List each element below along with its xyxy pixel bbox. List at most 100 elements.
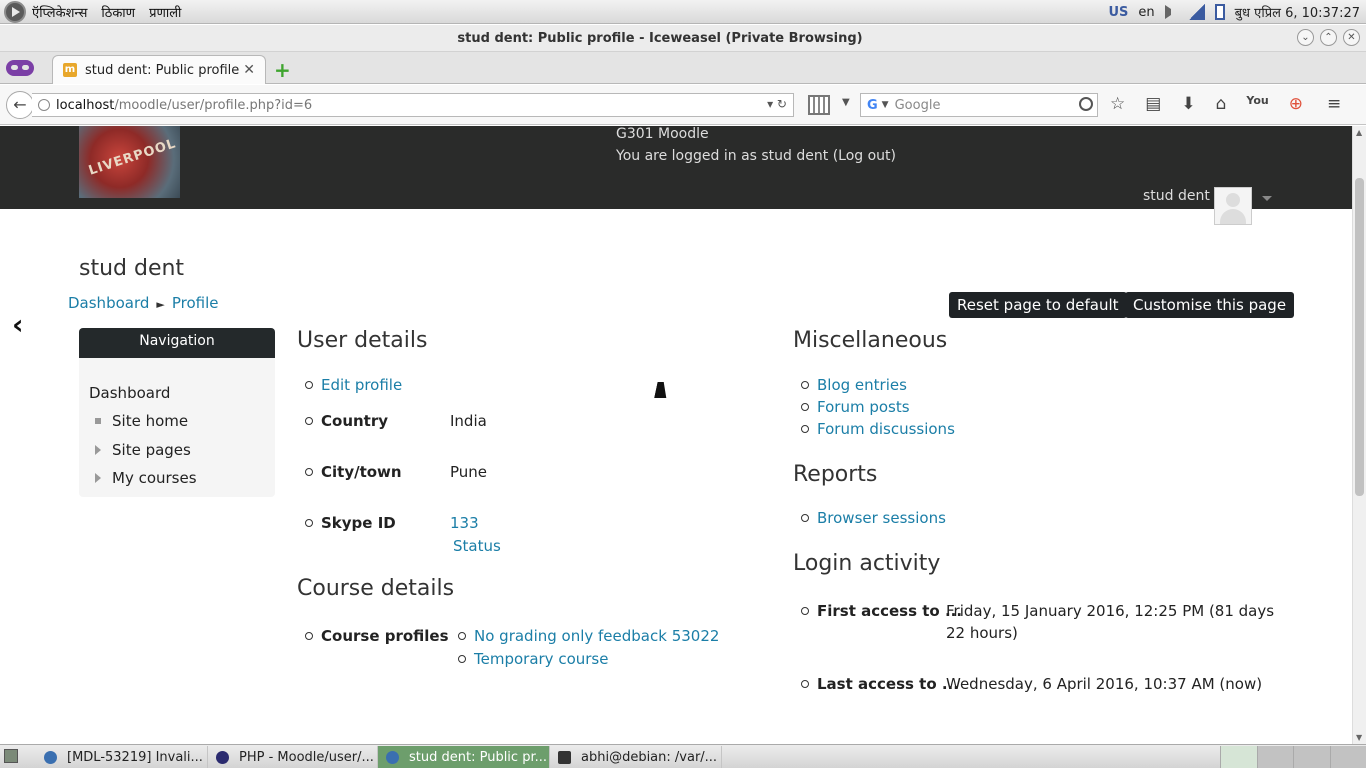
window-titlebar: stud dent: Public profile - Iceweasel (P…	[0, 25, 1366, 52]
breadcrumb-profile[interactable]: Profile	[172, 294, 219, 312]
workspace-3[interactable]	[1293, 746, 1330, 768]
site-logo[interactable]: LIVERPOOL	[79, 126, 180, 198]
task-label: stud dent: Public pr...	[409, 749, 547, 765]
misc-item: Blog entries	[801, 376, 907, 394]
logout-link[interactable]: (Log out)	[833, 148, 896, 164]
workspace-2[interactable]	[1256, 746, 1293, 768]
download-icon[interactable]: ⬇	[1181, 94, 1195, 114]
youtube-icon[interactable]: You	[1246, 94, 1268, 114]
reader-view-icon[interactable]	[808, 95, 830, 115]
list-bullet	[305, 519, 313, 527]
maximize-button[interactable]: ⌃	[1320, 29, 1337, 46]
skype-status-link[interactable]: Status	[453, 537, 501, 555]
blog-entries-link[interactable]: Blog entries	[817, 376, 907, 394]
search-placeholder: Google	[894, 97, 941, 113]
bullet-icon	[95, 418, 101, 424]
search-engine-dropdown-icon[interactable]: ▼	[882, 100, 889, 110]
task-profile-browser[interactable]: stud dent: Public pr...	[378, 746, 550, 768]
private-browsing-mask-icon	[6, 60, 34, 76]
breadcrumb-dashboard[interactable]: Dashboard	[68, 294, 149, 312]
battery-icon[interactable]	[1214, 4, 1225, 20]
expand-arrow-icon[interactable]	[95, 473, 101, 483]
workspace-switcher[interactable]	[1220, 746, 1366, 768]
search-icon[interactable]	[1079, 97, 1093, 111]
scrollbar-thumb[interactable]	[1355, 178, 1364, 496]
skype-id-link[interactable]: 133	[450, 514, 479, 532]
tab-strip: m stud dent: Public profile ✕ +	[0, 52, 1366, 84]
close-tab-icon[interactable]: ✕	[243, 62, 255, 78]
nav-item-label: My courses	[112, 469, 197, 487]
scroll-up-icon[interactable]: ▲	[1356, 128, 1362, 137]
course-link[interactable]: Temporary course	[474, 650, 608, 668]
browser-icon	[386, 750, 399, 764]
back-button[interactable]: ←	[6, 91, 34, 119]
volume-icon[interactable]	[1164, 5, 1179, 19]
reset-page-button[interactable]: Reset page to default	[949, 292, 1127, 318]
new-tab-button[interactable]: +	[274, 58, 291, 82]
taskbar: [MDL-53219] Invali... PHP - Moodle/user/…	[0, 744, 1366, 768]
browser-sessions-link[interactable]: Browser sessions	[817, 509, 946, 527]
expand-arrow-icon[interactable]	[95, 445, 101, 455]
home-icon[interactable]: ⌂	[1216, 94, 1227, 114]
keyboard-layout[interactable]: US	[1108, 5, 1128, 20]
lifebuoy-icon[interactable]: ⊕	[1289, 94, 1303, 114]
customise-page-button[interactable]: Customise this page	[1125, 292, 1295, 318]
list-bullet	[305, 417, 313, 425]
course-item: No grading only feedback 53022	[458, 627, 719, 645]
edit-profile-link[interactable]: Edit profile	[321, 376, 402, 394]
list-bullet	[458, 632, 466, 640]
page-scrollbar[interactable]: ▲ ▼	[1352, 126, 1366, 744]
first-access-label: First access to ...	[817, 602, 963, 620]
clock[interactable]: बुध एप्रिल 6, 10:37:27	[1235, 3, 1360, 21]
course-link[interactable]: No grading only feedback 53022	[474, 627, 719, 645]
menu-applications[interactable]: ऍप्लिकेशन्स	[32, 3, 87, 21]
minimize-button[interactable]: ⌄	[1297, 29, 1314, 46]
avatar[interactable]	[1214, 187, 1252, 225]
show-desktop-icon[interactable]	[4, 749, 18, 763]
reload-icon[interactable]: ▾ ↻	[767, 97, 787, 111]
nav-item-site-pages[interactable]: Site pages	[95, 441, 191, 459]
bookmark-star-icon[interactable]: ☆	[1110, 94, 1125, 114]
chevron-down-icon[interactable]: ▼	[842, 97, 850, 108]
menu-system[interactable]: प्रणाली	[149, 3, 181, 21]
misc-item: Forum discussions	[801, 420, 955, 438]
language-indicator[interactable]: en	[1138, 5, 1154, 20]
collapse-sidebar-icon[interactable]: ‹	[12, 308, 24, 341]
list-bullet	[305, 381, 313, 389]
os-menu-icon[interactable]	[4, 1, 26, 23]
navigation-block-title[interactable]: Navigation	[79, 328, 275, 358]
google-icon: G	[867, 97, 878, 113]
forum-posts-link[interactable]: Forum posts	[817, 398, 910, 416]
url-path: /moodle/user/profile.php?id=6	[114, 97, 313, 113]
browser-icon	[44, 750, 57, 764]
scroll-down-icon[interactable]: ▼	[1356, 733, 1362, 742]
task-terminal[interactable]: abhi@debian: /var/...	[550, 746, 722, 768]
list-bullet	[305, 632, 313, 640]
bookmarks-list-icon[interactable]: ▤	[1145, 94, 1161, 114]
edit-profile-item: Edit profile	[305, 376, 402, 394]
nav-dashboard[interactable]: Dashboard	[89, 384, 170, 402]
task-php-editor[interactable]: PHP - Moodle/user/...	[208, 746, 378, 768]
close-window-button[interactable]: ✕	[1343, 29, 1360, 46]
city-value: Pune	[450, 463, 488, 481]
task-mdl-bug[interactable]: [MDL-53219] Invali...	[36, 746, 208, 768]
forum-discussions-link[interactable]: Forum discussions	[817, 420, 955, 438]
url-bar[interactable]: localhost /moodle/user/profile.php?id=6 …	[32, 93, 794, 117]
tab-profile[interactable]: m stud dent: Public profile ✕	[52, 55, 266, 84]
list-bullet	[801, 607, 809, 615]
search-input[interactable]: G ▼ Google	[860, 93, 1098, 117]
skype-item: Skype ID	[305, 514, 396, 532]
reports-title: Reports	[793, 462, 878, 487]
logged-in-user-link[interactable]: stud dent	[761, 148, 828, 164]
network-icon[interactable]	[1188, 4, 1205, 20]
workspace-4[interactable]	[1329, 746, 1366, 768]
nav-item-my-courses[interactable]: My courses	[95, 469, 197, 487]
user-menu-caret-icon[interactable]	[1262, 196, 1272, 201]
hamburger-menu-icon[interactable]: ≡	[1327, 94, 1341, 114]
user-menu-name[interactable]: stud dent	[1143, 188, 1210, 204]
menu-places[interactable]: ठिकाण	[101, 3, 135, 21]
nav-item-site-home[interactable]: Site home	[95, 412, 188, 430]
url-host: localhost	[56, 97, 115, 113]
navigation-toolbar: ← localhost /moodle/user/profile.php?id=…	[0, 85, 1366, 125]
workspace-1[interactable]	[1220, 746, 1257, 768]
